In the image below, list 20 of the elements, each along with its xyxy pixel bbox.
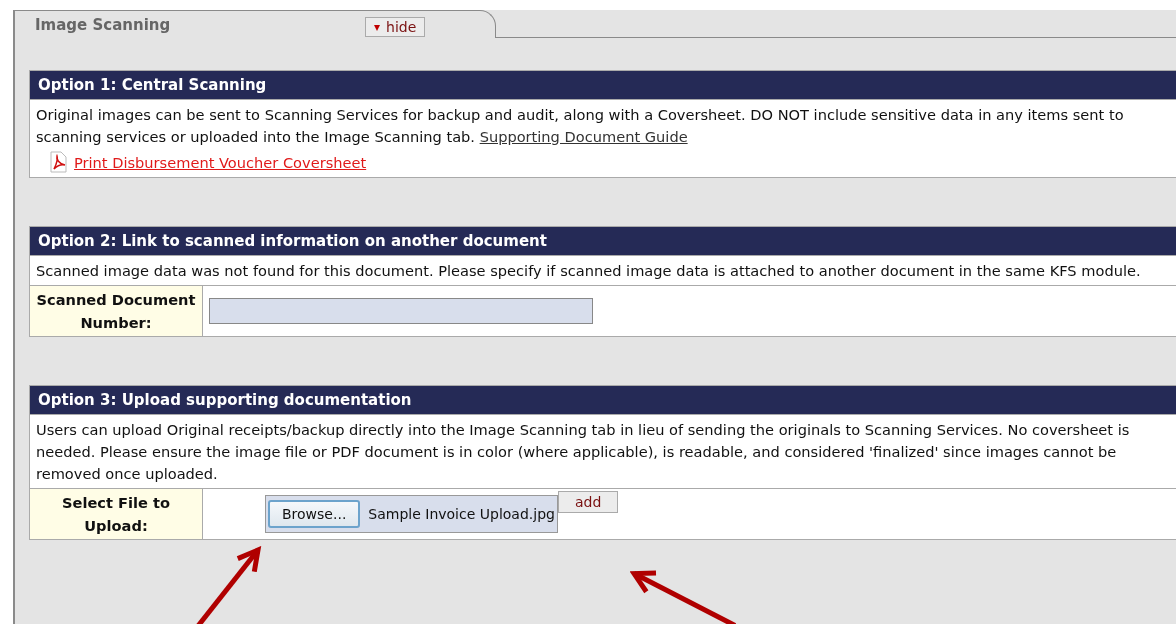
- arrow-icon: [630, 570, 737, 624]
- section-header: Option 1: Central Scanning: [30, 71, 1176, 100]
- section-header: Option 3: Upload supporting documentation: [30, 386, 1176, 415]
- field-label: Scanned Document Number:: [30, 286, 203, 336]
- add-button[interactable]: add: [557, 491, 619, 513]
- section-header: Option 2: Link to scanned information on another document: [30, 227, 1176, 256]
- description-text: Scanned image data was not found for this document. Please specify if scanned image data is attached to another document in the same KFS module.: [35, 261, 1142, 281]
- hide-button[interactable]: ▾ hide: [365, 16, 426, 37]
- file-field[interactable]: Browse... Sample Invoice Upload.jpg: [265, 495, 558, 533]
- field-label: Select File to Upload:: [30, 489, 203, 539]
- tab-title: Image Scanning: [35, 15, 172, 34]
- browse-button[interactable]: Browse...: [268, 500, 361, 528]
- arrow-icon: [196, 546, 262, 624]
- guide-link[interactable]: Supporting Document Guide: [479, 128, 688, 145]
- description-text: Users can upload Original receipts/backup directly into the Image Scanning tab in lieu of sending the originals to Scanning Services. No coversheet is needed. Please ensure the image file or PDF document is in color (where applicable), is readable, and considered 'finalized' since images cannot be removed once uploaded.: [35, 420, 1131, 484]
- document-number-field[interactable]: [209, 298, 593, 324]
- pdf-icon: [48, 151, 68, 173]
- description-text: Original images can be sent to Scanning Services for backup and audit, along with a Coversheet. DO NOT include sensitive data in any items sent to scanning services or uploaded into the Image Scanning tab. Supporting Document Guide: [35, 105, 1125, 147]
- file-name: Sample Invoice Upload.jpg: [368, 506, 555, 522]
- coversheet-link[interactable]: Print Disbursement Voucher Coversheet: [74, 153, 367, 171]
